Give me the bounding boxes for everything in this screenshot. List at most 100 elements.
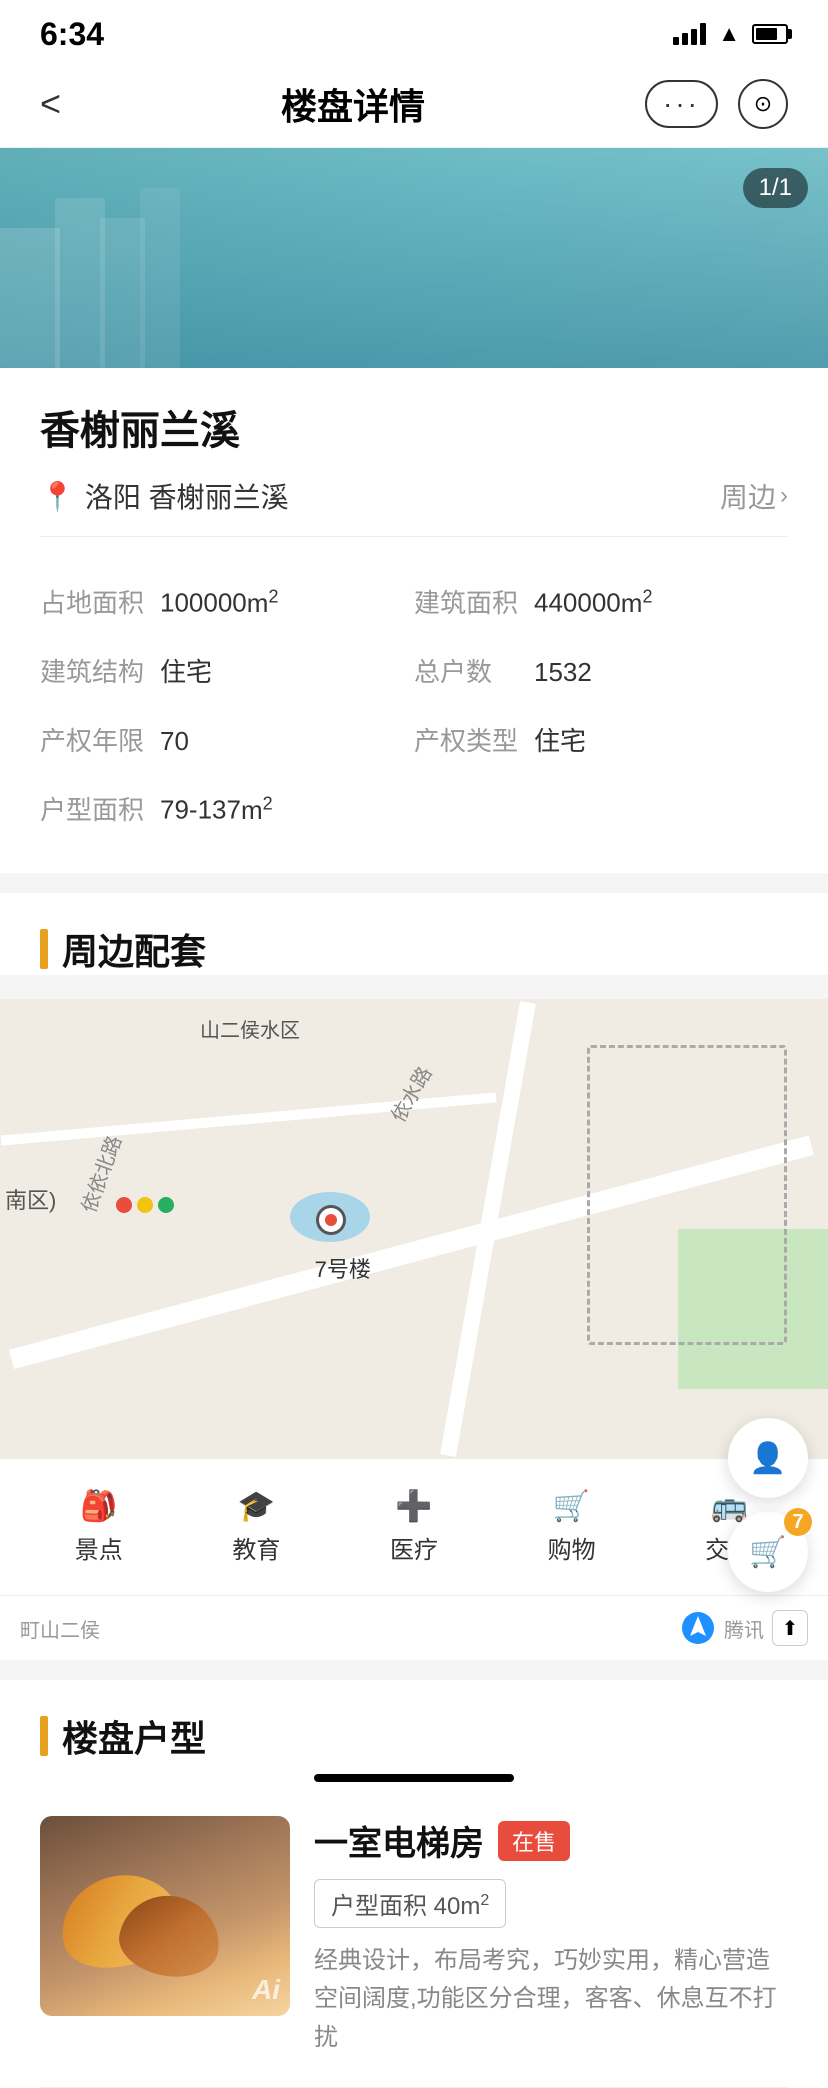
building-area-value: 440000m2 (534, 586, 652, 619)
map-background: 山二侯水区 南区) 依依北路 依水路 7号楼 (0, 999, 828, 1459)
share-icon[interactable]: ⬆ (772, 1610, 808, 1646)
medical-icon: ➕ (395, 1489, 432, 1524)
housetype-area-badge: 户型面积 40 m2 (314, 1879, 506, 1928)
education-icon: 🎓 (238, 1489, 275, 1524)
housetype-title-row: 一室电梯房 在售 (314, 1816, 788, 1865)
status-icons: ▲ (673, 21, 788, 47)
on-sale-badge: 在售 (498, 1821, 570, 1861)
nearby-button[interactable]: 周边 › (720, 476, 788, 516)
signal-icon (673, 23, 706, 45)
cart-icon: 🛒 (749, 1535, 786, 1570)
building-area-row: 建筑面积 440000m2 (414, 567, 788, 636)
structure-value: 住宅 (160, 652, 212, 689)
location-pin-icon: 📍 (40, 480, 75, 513)
map-traffic-dots (116, 1197, 174, 1213)
shopping-icon: 🛒 (553, 1489, 590, 1524)
property-type-row: 产权类型 住宅 (414, 705, 788, 774)
map-dashed-boundary (587, 1045, 787, 1345)
back-button[interactable]: < (40, 83, 61, 125)
map-poi-label: 7号楼 (315, 1252, 371, 1284)
hero-image: 1/1 (0, 148, 828, 368)
scenery-label: 景点 (75, 1530, 123, 1565)
property-type-value: 住宅 (534, 721, 586, 758)
education-label: 教育 (232, 1530, 280, 1565)
map-container[interactable]: 山二侯水区 南区) 依依北路 依水路 7号楼 (0, 999, 828, 1459)
scenery-icon: 🎒 (80, 1489, 117, 1524)
housetype-desc: 经典设计，布局考究，巧妙实用，精心营造空间阔度,功能区分合理，客客、休息互不打扰 (314, 1942, 788, 2057)
nav-actions: ··· ⊙ (645, 79, 788, 129)
total-units-value: 1532 (534, 657, 592, 688)
property-name: 香榭丽兰溪 (40, 398, 788, 456)
category-bar: 🎒 景点 🎓 教育 ➕ 医疗 🛒 购物 🚌 交通 (0, 1459, 828, 1595)
surrounding-section: 周边配套 (0, 893, 828, 975)
section-accent (40, 929, 48, 969)
support-icon: 👤 (749, 1441, 786, 1476)
housetype-title: 楼盘户型 (62, 1710, 206, 1762)
section-divider-1 (0, 873, 828, 893)
hero-buildings (0, 148, 828, 368)
property-info: 香榭丽兰溪 📍 洛阳 香榭丽兰溪 周边 › 占地面积 100000m2 建筑面积… (0, 368, 828, 873)
structure-row: 建筑结构 住宅 (40, 636, 414, 705)
area-label: 户型面积 (331, 1886, 427, 1921)
building-area-label: 建筑面积 (414, 583, 534, 620)
medical-label: 医疗 (390, 1530, 438, 1565)
property-years-row: 产权年限 70 (40, 705, 414, 774)
unit-area-label: 户型面积 (40, 790, 160, 827)
housetype-header: 楼盘户型 (40, 1710, 788, 1762)
property-location: 📍 洛阳 香榭丽兰溪 周边 › (40, 476, 788, 537)
unit-area-row: 户型面积 79-137m2 (40, 774, 414, 843)
status-bar: 6:34 ▲ (0, 0, 828, 60)
location-text: 洛阳 香榭丽兰溪 (85, 476, 289, 516)
housetype-image-inner: Ai (40, 1816, 290, 2016)
unit-area-value: 79-137m2 (160, 793, 273, 826)
home-indicator (314, 1774, 514, 1782)
land-area-value: 100000m2 (160, 586, 278, 619)
camera-icon: ⊙ (754, 91, 772, 117)
tencent-logo-area: 腾讯 ⬆ (680, 1610, 808, 1646)
housetype-info: 一室电梯房 在售 户型面积 40 m2 经典设计，布局考究，巧妙实用，精心营造空… (314, 1816, 788, 2057)
structure-label: 建筑结构 (40, 652, 160, 689)
tencent-label: 腾讯 (724, 1614, 764, 1643)
category-education[interactable]: 🎓 教育 (178, 1479, 336, 1575)
property-years-value: 70 (160, 726, 189, 757)
housetype-accent (40, 1716, 48, 1756)
support-button[interactable]: 👤 (728, 1418, 808, 1498)
property-type-label: 产权类型 (414, 721, 534, 758)
nearby-label: 周边 (720, 476, 776, 516)
housetype-card[interactable]: Ai 一室电梯房 在售 户型面积 40 m2 经典设计，布局考究，巧妙实用，精心… (40, 1786, 788, 2088)
camera-button[interactable]: ⊙ (738, 79, 788, 129)
category-shopping[interactable]: 🛒 购物 (493, 1479, 651, 1575)
housetype-name: 一室电梯房 (314, 1816, 484, 1865)
land-area-row: 占地面积 100000m2 (40, 567, 414, 636)
surrounding-title: 周边配套 (62, 923, 206, 975)
total-units-row: 总户数 1532 (414, 636, 788, 705)
location-left: 📍 洛阳 香榭丽兰溪 (40, 476, 289, 516)
chevron-right-icon: › (780, 482, 788, 510)
cart-badge: 7 (784, 1508, 812, 1536)
map-marker (316, 1205, 346, 1235)
category-scenery[interactable]: 🎒 景点 (20, 1479, 178, 1575)
nav-bar: < 楼盘详情 ··· ⊙ (0, 60, 828, 148)
surrounding-header: 周边配套 (40, 923, 788, 975)
details-grid: 占地面积 100000m2 建筑面积 440000m2 建筑结构 住宅 总户数 … (40, 567, 788, 843)
map-bottom-left-label: 町山二侯 (20, 1614, 100, 1643)
status-time: 6:34 (40, 16, 104, 53)
image-counter: 1/1 (743, 168, 808, 208)
more-button[interactable]: ··· (645, 80, 718, 128)
area-value: 40 (434, 1893, 461, 1921)
map-marker-dot (316, 1205, 346, 1235)
housetype-section: 楼盘户型 Ai 一室电梯房 在售 户型面积 40 m2 经典设计，布局考究，巧妙… (0, 1680, 828, 2088)
tencent-logo (680, 1610, 716, 1646)
category-medical[interactable]: ➕ 医疗 (335, 1479, 493, 1575)
map-road-label-2: 依水路 (382, 1060, 437, 1126)
shopping-label: 购物 (548, 1530, 596, 1565)
cart-button[interactable]: 🛒 7 (728, 1512, 808, 1592)
area-unit: m2 (460, 1892, 489, 1921)
map-north-label: 山二侯水区 (200, 1014, 300, 1043)
map-bottom-bar: 町山二侯 腾讯 ⬆ (0, 1595, 828, 1660)
float-buttons: 👤 🛒 7 (728, 1418, 808, 1592)
wifi-icon: ▲ (718, 21, 740, 47)
housetype-image: Ai (40, 1816, 290, 2016)
land-area-label: 占地面积 (40, 583, 160, 620)
property-years-label: 产权年限 (40, 721, 160, 758)
